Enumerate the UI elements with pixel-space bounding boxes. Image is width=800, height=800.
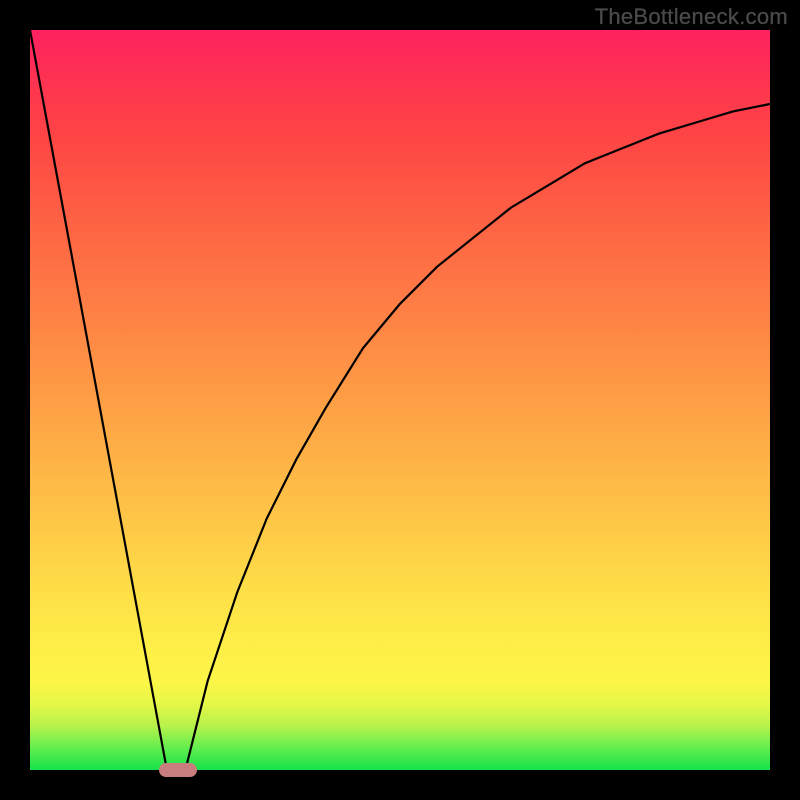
plot-frame (30, 30, 770, 770)
watermark-text: TheBottleneck.com (595, 4, 788, 30)
bottleneck-curve (30, 30, 770, 770)
valley-marker-pill (159, 763, 197, 777)
curve-path (30, 30, 770, 770)
